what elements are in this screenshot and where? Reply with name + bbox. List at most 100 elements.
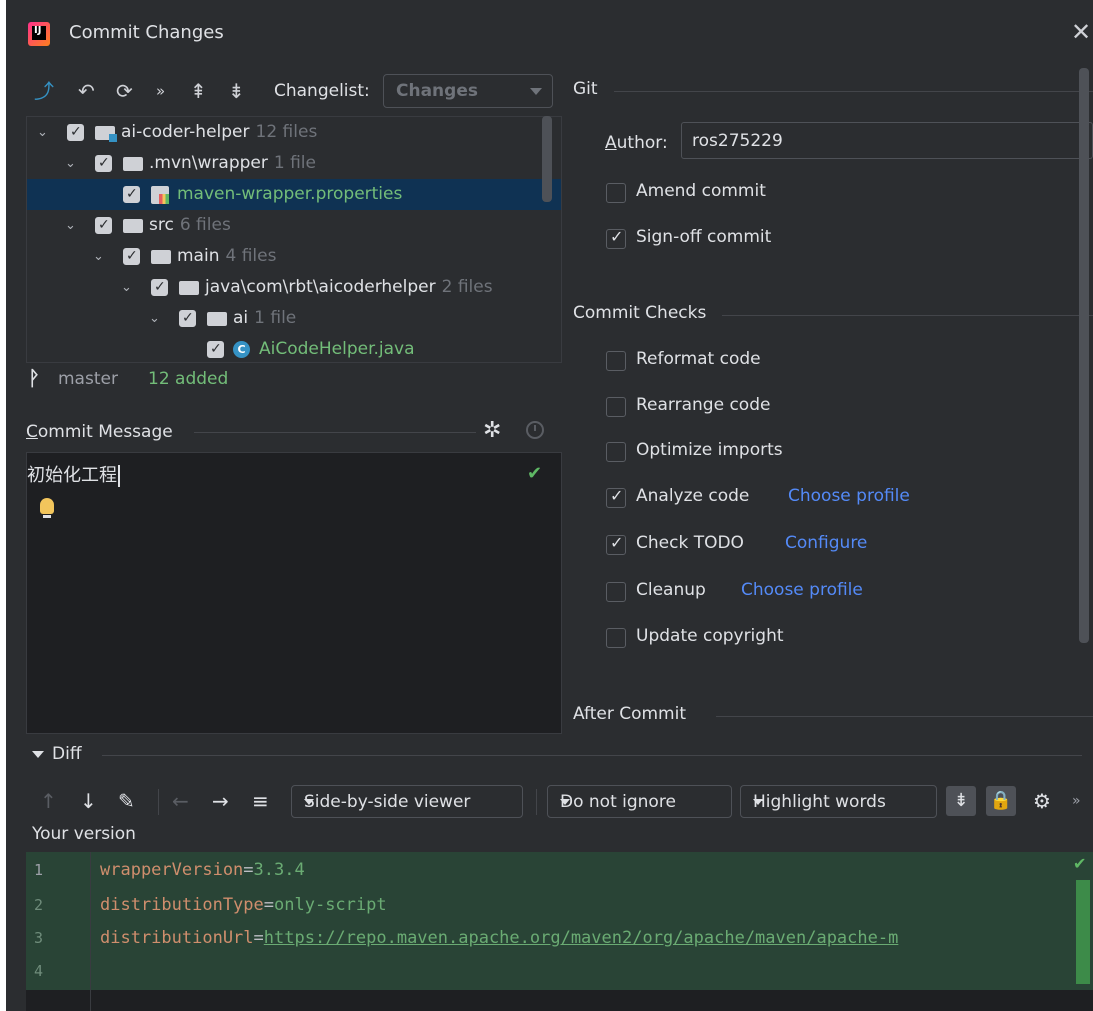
tree-item-label: maven-wrapper.properties: [177, 184, 403, 204]
undo-icon[interactable]: ↶: [78, 80, 95, 102]
tree-row[interactable]: C AiCodeHelper.java: [27, 334, 561, 362]
expand-all-icon[interactable]: ⇞: [190, 80, 207, 102]
changes-tree[interactable]: ⌄ ai-coder-helper12 files ⌄ .mvn\wrapper…: [26, 116, 562, 363]
arrow-right-icon[interactable]: →: [212, 790, 229, 812]
checkbox[interactable]: [67, 117, 84, 148]
chevron-down-icon[interactable]: ⌄: [37, 117, 51, 148]
ai-assistant-icon[interactable]: ✲: [483, 418, 501, 443]
check-icon: ✔: [527, 463, 543, 484]
list-icon[interactable]: ≡: [252, 790, 269, 812]
checkbox[interactable]: [207, 334, 224, 362]
folder-icon: [123, 157, 143, 171]
tree-row[interactable]: ⌄ main4 files: [27, 241, 561, 272]
checkbox[interactable]: [606, 533, 626, 555]
lock-icon[interactable]: 🔒: [986, 786, 1016, 816]
diff-toggle[interactable]: Diff: [32, 744, 82, 764]
author-input[interactable]: ros275229: [681, 122, 1093, 159]
edit-icon[interactable]: ✎: [118, 790, 135, 812]
tree-row[interactable]: ⌄ java\com\rbt\aicoderhelper2 files: [27, 272, 561, 303]
tree-row[interactable]: ⌄ src6 files: [27, 210, 561, 241]
separator: [716, 716, 1093, 717]
code-line[interactable]: 2 distributionType=only-script: [26, 890, 1076, 920]
separator: [614, 91, 1093, 92]
checkbox[interactable]: [179, 303, 196, 334]
title-bar: IJ Commit Changes ✕: [6, 0, 1093, 68]
arrow-down-icon[interactable]: ↓: [80, 790, 97, 812]
amend-commit-label: Amend commit: [636, 181, 766, 201]
tree-item-label: ai-coder-helper 12 files: [121, 122, 318, 142]
branch-status: 12 added: [148, 369, 229, 389]
tree-item-label: AiCodeHelper.java: [259, 339, 415, 359]
tree-row[interactable]: ⌄ ai1 file: [27, 303, 561, 334]
checkbox[interactable]: [151, 272, 168, 303]
checkbox[interactable]: [95, 210, 112, 241]
tree-scrollbar[interactable]: [542, 116, 552, 202]
viewer-mode-select[interactable]: Side-by-side viewer: [291, 785, 523, 818]
code-line[interactable]: 1 wrapperVersion=3.3.4: [26, 855, 1076, 885]
more-icon[interactable]: »: [156, 80, 165, 102]
branch-name: master: [58, 369, 118, 389]
arrow-up-icon[interactable]: ↑: [40, 790, 57, 812]
commit-dialog: IJ Commit Changes ✕ ⤴ ↶ ⟳ » ⇞ ⇟ Changeli…: [6, 0, 1093, 1011]
folder-icon: [123, 219, 143, 233]
changelist-select[interactable]: Changes: [383, 74, 553, 108]
commit-message-label: Commit Message: [26, 422, 173, 442]
separator: [536, 789, 537, 815]
diff-scrollbar-marker[interactable]: [1076, 880, 1090, 984]
chevron-down-icon[interactable]: ⌄: [65, 148, 79, 179]
checkbox[interactable]: [606, 227, 626, 249]
chevron-down-icon: [530, 88, 542, 95]
separator: [722, 315, 1093, 316]
separator: [194, 432, 476, 433]
checkbox[interactable]: [123, 179, 140, 210]
arrow-left-icon[interactable]: ←: [172, 790, 189, 812]
close-icon[interactable]: ✕: [1071, 20, 1091, 44]
more-icon[interactable]: »: [1072, 790, 1081, 812]
checkbox[interactable]: [606, 582, 626, 602]
commit-message-input[interactable]: 初始化工程 ✔: [26, 452, 562, 734]
checkbox[interactable]: [95, 148, 112, 179]
code-line[interactable]: 4: [26, 956, 1076, 986]
checkbox[interactable]: [606, 486, 626, 508]
commit-message-text[interactable]: 初始化工程: [27, 461, 120, 487]
checkbox[interactable]: [606, 351, 626, 371]
gear-icon[interactable]: ⚙: [1033, 790, 1051, 812]
collapse-unchanged-icon[interactable]: ⇟: [946, 786, 976, 816]
window-title: Commit Changes: [69, 22, 224, 43]
collapse-all-icon[interactable]: ⇟: [228, 80, 245, 102]
tree-row[interactable]: ⌄ .mvn\wrapper1 file: [27, 148, 561, 179]
code-line[interactable]: 3 distributionUrl=https://repo.maven.apa…: [26, 923, 1076, 953]
intellij-logo-icon: IJ: [28, 22, 50, 46]
right-pane-scrollbar[interactable]: [1079, 68, 1089, 643]
highlight-mode-select[interactable]: Highlight words: [740, 785, 937, 818]
tree-row-selected[interactable]: maven-wrapper.properties: [27, 179, 561, 210]
checkbox[interactable]: [606, 183, 626, 203]
refresh-icon[interactable]: ⟳: [116, 80, 133, 102]
checkbox[interactable]: [606, 397, 626, 417]
chevron-down-icon[interactable]: ⌄: [149, 303, 163, 334]
cleanup-label: Cleanup: [636, 580, 706, 600]
tree-item-label: ai 1 file: [233, 308, 297, 328]
rollback-arrow-icon[interactable]: ⤴: [34, 80, 54, 102]
tree-row[interactable]: ⌄ ai-coder-helper12 files: [27, 117, 561, 148]
folder-icon: [179, 281, 199, 295]
author-label: Author:: [605, 133, 668, 153]
analyze-choose-profile-link[interactable]: Choose profile: [788, 486, 910, 506]
cleanup-choose-profile-link[interactable]: Choose profile: [741, 580, 863, 600]
ignore-whitespace-select[interactable]: Do not ignore: [547, 785, 732, 818]
chevron-down-icon: [304, 799, 314, 805]
separator: [102, 755, 1082, 756]
history-clock-icon[interactable]: [526, 421, 544, 439]
git-section-title: Git: [573, 79, 598, 99]
diff-editor[interactable]: 1 wrapperVersion=3.3.4 2 distributionTyp…: [26, 852, 1093, 1011]
lightbulb-icon[interactable]: [40, 498, 54, 518]
checkbox[interactable]: [123, 241, 140, 272]
checkbox[interactable]: [606, 628, 626, 648]
chevron-down-icon[interactable]: ⌄: [121, 272, 135, 303]
checkbox[interactable]: [606, 442, 626, 462]
todo-configure-link[interactable]: Configure: [785, 533, 867, 553]
chevron-down-icon[interactable]: ⌄: [93, 241, 107, 272]
check-todo-label: Check TODO: [636, 533, 744, 553]
properties-file-icon: [151, 186, 169, 204]
chevron-down-icon[interactable]: ⌄: [65, 210, 79, 241]
